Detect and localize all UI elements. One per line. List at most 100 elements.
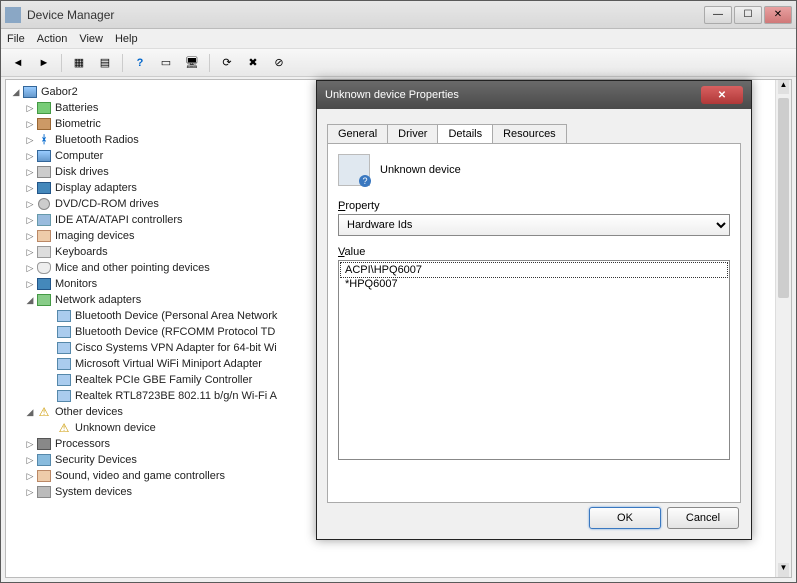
- netitem-icon: [56, 373, 72, 387]
- view-detail-button[interactable]: ▤: [94, 52, 116, 74]
- vertical-scrollbar[interactable]: ▲ ▼: [775, 80, 791, 577]
- separator: [61, 54, 62, 72]
- expander-icon[interactable]: ▷: [24, 116, 36, 132]
- expander-icon[interactable]: ▷: [24, 100, 36, 116]
- scroll-down-arrow[interactable]: ▼: [778, 563, 789, 577]
- expander-icon[interactable]: ▷: [24, 196, 36, 212]
- tree-item-label[interactable]: DVD/CD-ROM drives: [55, 196, 159, 212]
- tree-item-label[interactable]: Gabor2: [41, 84, 78, 100]
- dialog-titlebar[interactable]: Unknown device Properties ✕: [317, 81, 751, 109]
- value-item[interactable]: ACPI\HPQ6007: [341, 263, 727, 277]
- titlebar: Device Manager — ☐ ✕: [1, 1, 796, 29]
- value-listbox[interactable]: ACPI\HPQ6007 *HPQ6007: [338, 260, 730, 460]
- tree-item-label[interactable]: Display adapters: [55, 180, 137, 196]
- tree-item-label[interactable]: Biometric: [55, 116, 101, 132]
- netitem-icon: [56, 325, 72, 339]
- tree-item-label[interactable]: Network adapters: [55, 292, 141, 308]
- cancel-button[interactable]: Cancel: [667, 507, 739, 529]
- expander-icon[interactable]: ▷: [24, 164, 36, 180]
- display-icon: [36, 181, 52, 195]
- expander-icon[interactable]: ▷: [24, 468, 36, 484]
- tree-item-label[interactable]: Computer: [55, 148, 103, 164]
- tab-details[interactable]: Details: [437, 124, 493, 143]
- tree-item-label[interactable]: Sound, video and game controllers: [55, 468, 225, 484]
- scan-button[interactable]: 🖥: [181, 52, 203, 74]
- value-label: Value: [338, 246, 730, 258]
- expander-icon[interactable]: ▷: [24, 132, 36, 148]
- disable-button[interactable]: ⊘: [268, 52, 290, 74]
- tree-item-label[interactable]: System devices: [55, 484, 132, 500]
- tree-item-label[interactable]: Microsoft Virtual WiFi Miniport Adapter: [75, 356, 262, 372]
- ide-icon: [36, 213, 52, 227]
- tree-item-label[interactable]: IDE ATA/ATAPI controllers: [55, 212, 183, 228]
- scroll-thumb[interactable]: [778, 98, 789, 298]
- cd-icon: [36, 197, 52, 211]
- menu-file[interactable]: File: [7, 33, 25, 45]
- app-icon: [5, 7, 21, 23]
- help-button[interactable]: ?: [129, 52, 151, 74]
- tree-item-label[interactable]: Processors: [55, 436, 110, 452]
- expander-icon[interactable]: ▷: [24, 180, 36, 196]
- close-button[interactable]: ✕: [764, 6, 792, 24]
- tree-item-label[interactable]: Other devices: [55, 404, 123, 420]
- tree-item-label[interactable]: Imaging devices: [55, 228, 135, 244]
- expander-icon[interactable]: ▷: [24, 228, 36, 244]
- property-label: Property: [338, 200, 730, 212]
- expander-icon[interactable]: ▷: [24, 484, 36, 500]
- unknown-device-icon: [338, 154, 370, 186]
- toolbar: ◄ ► ▦ ▤ ? ▭ 🖥 ⟳ ✖ ⊘: [1, 49, 796, 77]
- maximize-button[interactable]: ☐: [734, 6, 762, 24]
- menu-help[interactable]: Help: [115, 33, 138, 45]
- separator: [209, 54, 210, 72]
- bluetooth-icon: ᚼ: [36, 133, 52, 147]
- view-list-button[interactable]: ▦: [68, 52, 90, 74]
- tree-item-label[interactable]: Bluetooth Device (Personal Area Network: [75, 308, 277, 324]
- expander-icon[interactable]: ◢: [10, 84, 22, 100]
- back-button[interactable]: ◄: [7, 52, 29, 74]
- menu-view[interactable]: View: [79, 33, 103, 45]
- tree-item-label[interactable]: Security Devices: [55, 452, 137, 468]
- forward-button[interactable]: ►: [33, 52, 55, 74]
- expander-icon[interactable]: ▷: [24, 260, 36, 276]
- net-icon: [36, 293, 52, 307]
- expander-icon[interactable]: ▷: [24, 276, 36, 292]
- window-controls: — ☐ ✕: [704, 6, 792, 24]
- tree-item-label[interactable]: Cisco Systems VPN Adapter for 64-bit Wi: [75, 340, 277, 356]
- update-driver-button[interactable]: ⟳: [216, 52, 238, 74]
- expander-icon[interactable]: ◢: [24, 404, 36, 420]
- uninstall-button[interactable]: ✖: [242, 52, 264, 74]
- tab-driver[interactable]: Driver: [387, 124, 438, 143]
- tree-item-label[interactable]: Keyboards: [55, 244, 108, 260]
- tree-item-label[interactable]: Realtek RTL8723BE 802.11 b/g/n Wi-Fi A: [75, 388, 277, 404]
- value-item[interactable]: *HPQ6007: [341, 277, 727, 291]
- menu-action[interactable]: Action: [37, 33, 68, 45]
- ok-button[interactable]: OK: [589, 507, 661, 529]
- tab-resources[interactable]: Resources: [492, 124, 567, 143]
- tree-item-label[interactable]: Disk drives: [55, 164, 109, 180]
- tree-item-label[interactable]: Bluetooth Radios: [55, 132, 139, 148]
- tree-item-label[interactable]: Realtek PCIe GBE Family Controller: [75, 372, 252, 388]
- expander-icon[interactable]: ▷: [24, 212, 36, 228]
- expander-icon[interactable]: ▷: [24, 452, 36, 468]
- dialog-close-button[interactable]: ✕: [701, 86, 743, 104]
- property-select[interactable]: Hardware Ids: [338, 214, 730, 236]
- tab-panel-details: Unknown device Property Hardware Ids Val…: [327, 143, 741, 503]
- tree-item-label[interactable]: Batteries: [55, 100, 98, 116]
- drive-icon: [36, 165, 52, 179]
- expander-icon[interactable]: ◢: [24, 292, 36, 308]
- scroll-up-arrow[interactable]: ▲: [778, 80, 789, 94]
- expander-icon[interactable]: ▷: [24, 148, 36, 164]
- separator: [122, 54, 123, 72]
- sec-icon: [36, 453, 52, 467]
- properties-button[interactable]: ▭: [155, 52, 177, 74]
- expander-icon[interactable]: ▷: [24, 244, 36, 260]
- warning-icon: ⚠: [56, 421, 72, 435]
- tree-item-label[interactable]: Unknown device: [75, 420, 156, 436]
- expander-icon[interactable]: ▷: [24, 436, 36, 452]
- tree-item-label[interactable]: Monitors: [55, 276, 97, 292]
- device-name-label: Unknown device: [380, 164, 461, 176]
- tree-item-label[interactable]: Mice and other pointing devices: [55, 260, 210, 276]
- minimize-button[interactable]: —: [704, 6, 732, 24]
- tab-general[interactable]: General: [327, 124, 388, 143]
- tree-item-label[interactable]: Bluetooth Device (RFCOMM Protocol TD: [75, 324, 275, 340]
